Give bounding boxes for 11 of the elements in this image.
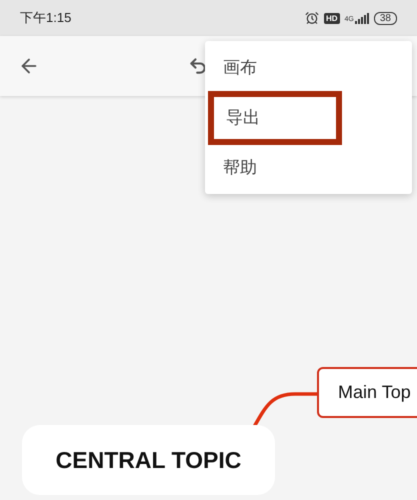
menu-item[interactable]: 帮助 <box>223 155 257 181</box>
menu-item[interactable]: 画布 <box>223 55 257 81</box>
menu-item[interactable]: 导出 <box>208 91 342 145</box>
battery-indicator: 38 <box>374 12 397 24</box>
main-topic-node[interactable]: Main Top <box>317 367 417 418</box>
alarm-icon <box>304 11 319 25</box>
undo-icon[interactable] <box>188 56 208 76</box>
status-time: 下午1:15 <box>20 9 72 28</box>
signal-icon <box>354 12 369 24</box>
central-topic-node[interactable]: CENTRAL TOPIC <box>22 425 275 495</box>
hd-indicator: HD <box>324 12 340 24</box>
